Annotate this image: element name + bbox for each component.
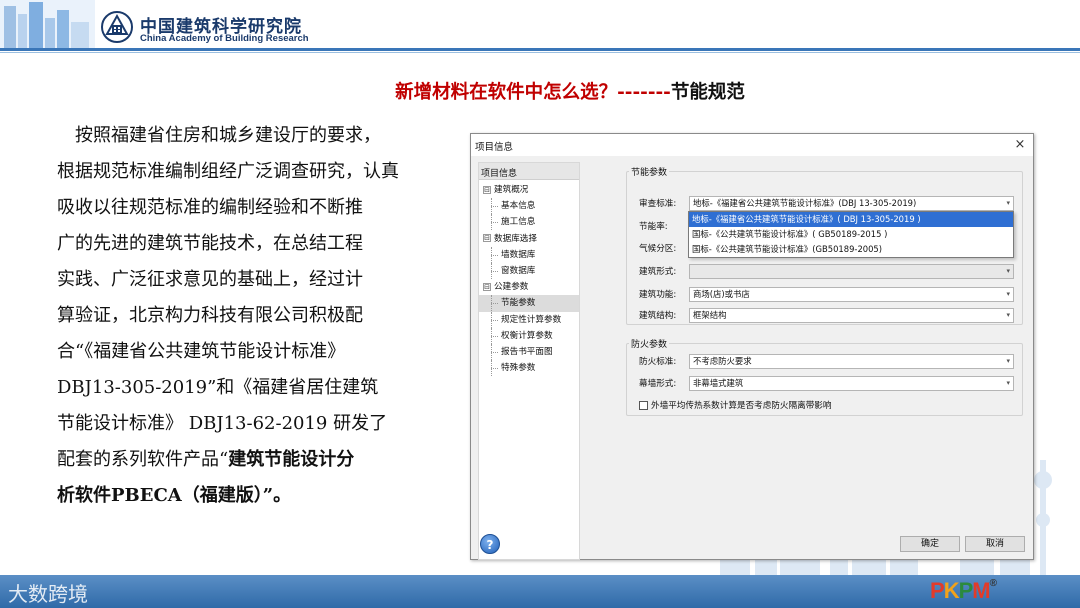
project-tree-panel: 项目信息 ⊟ 建筑概况 基本信息 施工信息 ⊟ 数据库选择 墙数据库 窗数据库 ⊟ 公…: [478, 162, 580, 560]
body-line: 算验证，北京构力科技有限公司积极配: [57, 305, 363, 326]
org-name-en: China Academy of Building Research: [140, 33, 309, 44]
chevron-down-icon: ▾: [1006, 267, 1010, 275]
watermark-text: 大数跨境: [8, 582, 88, 606]
checkbox-label: 外墙平均传热系数计算是否考虑防火隔离带影响: [651, 401, 832, 411]
chevron-down-icon: ▾: [1006, 199, 1010, 207]
tree-item-wall-database[interactable]: 墙数据库: [479, 246, 579, 263]
tree-node-database-selection[interactable]: ⊟ 数据库选择: [479, 231, 579, 247]
field-label: 节能率:: [639, 222, 668, 232]
curtain-wall-select[interactable]: 非幕墙式建筑 ▾: [689, 376, 1014, 391]
building-form-select[interactable]: ▾: [689, 264, 1014, 279]
field-label: 防火标准:: [639, 357, 677, 367]
tree-item-prescriptive-params[interactable]: 规定性计算参数: [479, 311, 579, 328]
field-label: 建筑形式:: [639, 267, 677, 277]
tree-item-energy-params[interactable]: 节能参数: [479, 295, 579, 312]
body-line: 吸收以往规范标准的编制经验和不断推: [57, 197, 363, 218]
dropdown-option[interactable]: 国标-《公共建筑节能设计标准》(GB50189-2005): [689, 242, 1013, 257]
tree-item-tradeoff-params[interactable]: 权衡计算参数: [479, 327, 579, 344]
body-line: 按照福建省住房和城乡建设厅的要求，: [75, 125, 381, 146]
field-label: 建筑结构:: [639, 311, 677, 321]
tree-node-building-overview[interactable]: ⊟ 建筑概况: [479, 182, 579, 198]
field-label: 审查标准:: [639, 199, 677, 209]
review-standard-select[interactable]: 地标-《福建省公共建筑节能设计标准》(DBJ 13-305-2019) ▾: [689, 196, 1014, 211]
tree-item-window-database[interactable]: 窗数据库: [479, 262, 579, 280]
slide-title-question: 新增材料在软件中怎么选？-------: [395, 82, 671, 103]
tree-item-construction-info[interactable]: 施工信息: [479, 214, 579, 231]
fire-standard-select[interactable]: 不考虑防火要求 ▾: [689, 354, 1014, 369]
chevron-down-icon: ▾: [1006, 311, 1010, 319]
dialog-titlebar[interactable]: 项目信息 ×: [471, 134, 1033, 156]
header-divider-thin: [0, 52, 1080, 53]
tree-header: 项目信息: [479, 163, 579, 180]
collapse-icon[interactable]: ⊟: [483, 282, 491, 291]
firebreak-checkbox-row[interactable]: 外墙平均传热系数计算是否考虑防火隔离带影响: [639, 399, 831, 411]
body-line: 合“《福建省公共建筑节能设计标准》: [57, 341, 346, 362]
review-standard-dropdown-list: 地标-《福建省公共建筑节能设计标准》( DBJ 13-305-2019 ) 国标…: [688, 211, 1014, 258]
slide-header: 中国建筑科学研究院 China Academy of Building Rese…: [0, 0, 1080, 50]
building-structure-select[interactable]: 框架结构 ▾: [689, 308, 1014, 323]
project-info-dialog: 项目信息 × 项目信息 ⊟ 建筑概况 基本信息 施工信息 ⊟ 数据库选择 墙数据库 …: [470, 133, 1034, 560]
pkpm-logo: PKPM®: [930, 578, 997, 603]
body-line: 实践、广泛征求意见的基础上，经过计: [57, 269, 363, 290]
body-line: 广的先进的建筑节能技术，在总结工程: [57, 233, 363, 254]
tree-item-report-plan[interactable]: 报告书平面图: [479, 343, 579, 361]
slide-footer-band: [0, 575, 1080, 608]
field-label: 建筑功能:: [639, 290, 677, 300]
body-line: DBJ13-305-2019”和《福建省居住建筑: [57, 377, 379, 398]
tree-list: ⊟ 建筑概况 基本信息 施工信息 ⊟ 数据库选择 墙数据库 窗数据库 ⊟ 公建参数 节…: [479, 182, 579, 377]
dropdown-option[interactable]: 国标-《公共建筑节能设计标准》( GB50189-2015 ): [689, 227, 1013, 242]
dialog-title: 项目信息: [475, 142, 514, 153]
firebreak-checkbox[interactable]: [639, 401, 648, 410]
dropdown-option[interactable]: 地标-《福建省公共建筑节能设计标准》( DBJ 13-305-2019 ): [689, 212, 1013, 227]
help-icon[interactable]: ?: [480, 534, 500, 554]
chevron-down-icon: ▾: [1006, 290, 1010, 298]
cabr-logo-icon: [101, 11, 133, 43]
chevron-down-icon: ▾: [1006, 379, 1010, 387]
chevron-down-icon: ▾: [1006, 357, 1010, 365]
tree-item-basic-info[interactable]: 基本信息: [479, 198, 579, 215]
body-line: 根据规范标准编制组经广泛调查研究，认真: [57, 161, 399, 182]
header-divider: [0, 48, 1080, 51]
group-title: 节能参数: [629, 165, 670, 178]
tree-node-public-building-params[interactable]: ⊟ 公建参数: [479, 279, 579, 295]
collapse-icon[interactable]: ⊟: [483, 185, 491, 194]
slide-title-topic: 节能规范: [670, 82, 745, 103]
building-graphic-icon: [0, 0, 95, 48]
cancel-button[interactable]: 取消: [965, 536, 1025, 552]
field-label: 气候分区:: [639, 244, 677, 254]
close-icon[interactable]: ×: [1011, 136, 1029, 154]
group-title: 防火参数: [629, 337, 670, 350]
building-function-select[interactable]: 商场(店)或书店 ▾: [689, 287, 1014, 302]
slide-title: 新增材料在软件中怎么选？-------节能规范: [300, 78, 840, 104]
field-label: 幕墙形式:: [639, 379, 677, 389]
tree-item-special-params[interactable]: 特殊参数: [479, 360, 579, 377]
ok-button[interactable]: 确定: [900, 536, 960, 552]
collapse-icon[interactable]: ⊟: [483, 234, 491, 243]
